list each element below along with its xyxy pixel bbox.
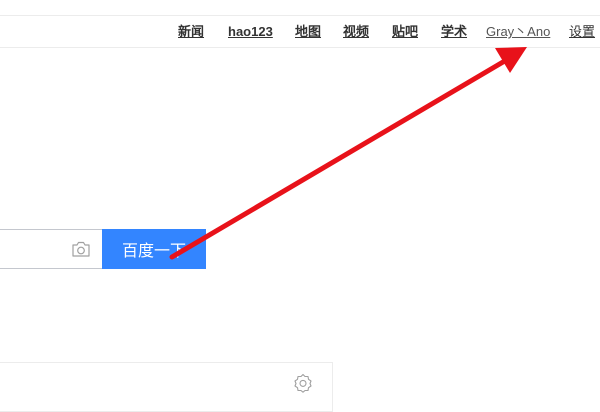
nav-link-tieba[interactable]: 贴吧 bbox=[392, 16, 418, 47]
nav-link-settings[interactable]: 设置 bbox=[569, 16, 595, 47]
annotation-arrowhead bbox=[495, 47, 527, 73]
nav-link-map[interactable]: 地图 bbox=[295, 16, 321, 47]
top-navigation-bar: 新闻 hao123 地图 视频 贴吧 学术 Gray丶Ano 设置 bbox=[0, 15, 600, 48]
camera-icon[interactable] bbox=[71, 240, 91, 258]
nav-link-video[interactable]: 视频 bbox=[343, 16, 369, 47]
annotation-arrow bbox=[169, 47, 527, 260]
nav-link-academic[interactable]: 学术 bbox=[441, 16, 467, 47]
user-name-link[interactable]: Gray丶Ano bbox=[486, 16, 550, 47]
bottom-panel bbox=[0, 362, 333, 412]
search-button[interactable]: 百度一下 bbox=[102, 229, 206, 269]
annotation-arrow-shaft bbox=[169, 59, 506, 260]
gear-icon[interactable] bbox=[293, 373, 313, 393]
nav-link-news[interactable]: 新闻 bbox=[178, 16, 204, 47]
nav-link-hao123[interactable]: hao123 bbox=[228, 16, 273, 47]
